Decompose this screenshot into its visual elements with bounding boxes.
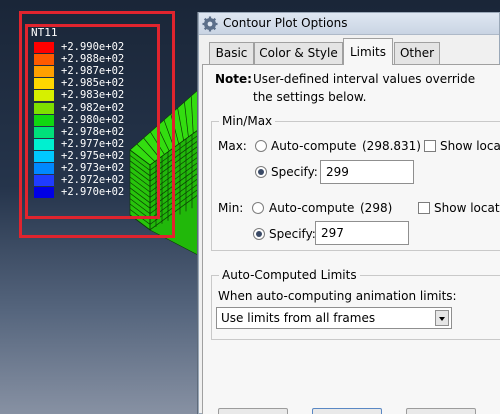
tab-limits-label: Limits — [350, 45, 386, 59]
max-auto-compute-label[interactable]: Auto-compute — [271, 139, 356, 153]
max-show-location-label[interactable]: Show loca — [440, 139, 500, 153]
max-auto-compute-radio[interactable] — [255, 140, 267, 152]
apply-button[interactable] — [312, 408, 382, 414]
ok-button[interactable] — [218, 408, 288, 414]
max-specify-input[interactable] — [320, 160, 414, 184]
tab-other-label: Other — [399, 46, 435, 60]
legend-highlight-inner — [25, 24, 160, 219]
cancel-button[interactable] — [406, 408, 476, 414]
max-label: Max: — [218, 139, 247, 153]
dialog-titlebar[interactable]: Contour Plot Options — [199, 13, 499, 35]
min-label: Min: — [218, 201, 244, 215]
min-auto-compute-value: (298) — [360, 201, 393, 215]
minmax-group-title: Min/Max — [219, 114, 276, 128]
gear-icon — [202, 16, 218, 32]
max-specify-radio[interactable] — [255, 166, 267, 178]
tab-basic-label: Basic — [215, 46, 248, 60]
tab-color-style[interactable]: Color & Style — [254, 42, 343, 64]
auto-limits-group-title: Auto-Computed Limits — [219, 268, 360, 282]
tab-basic[interactable]: Basic — [209, 42, 254, 64]
tab-other[interactable]: Other — [394, 42, 440, 64]
animation-limits-selected: Use limits from all frames — [221, 311, 376, 325]
auto-limits-prompt: When auto-computing animation limits: — [218, 289, 457, 303]
dialog-title: Contour Plot Options — [223, 16, 348, 30]
min-auto-compute-label[interactable]: Auto-compute — [269, 201, 354, 215]
chevron-down-icon[interactable] — [435, 310, 449, 326]
min-auto-compute-radio[interactable] — [252, 202, 264, 214]
min-show-location-checkbox[interactable] — [418, 202, 430, 214]
max-specify-label[interactable]: Specify: — [271, 165, 318, 179]
min-specify-input[interactable] — [315, 221, 409, 245]
min-specify-radio[interactable] — [253, 228, 265, 240]
note-label: Note: — [215, 72, 252, 86]
min-specify-label[interactable]: Specify: — [269, 227, 316, 241]
note-text-line1: User-defined interval values override — [253, 72, 476, 86]
note-text-line2: the settings below. — [253, 90, 367, 104]
tab-limits[interactable]: Limits — [343, 38, 393, 65]
max-show-location-checkbox[interactable] — [424, 140, 436, 152]
min-show-location-label[interactable]: Show locati — [434, 201, 500, 215]
max-auto-compute-value: (298.831) — [362, 139, 421, 153]
tab-color-style-label: Color & Style — [259, 46, 338, 60]
animation-limits-select[interactable]: Use limits from all frames — [216, 307, 452, 329]
